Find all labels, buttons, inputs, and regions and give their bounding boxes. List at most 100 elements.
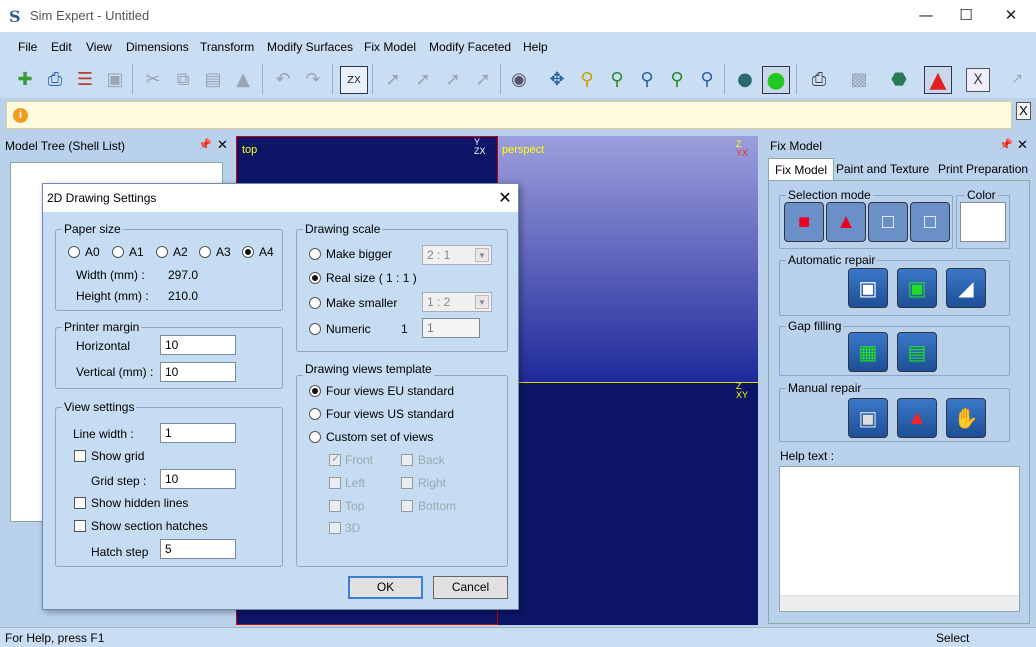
3d-checkbox[interactable] — [329, 522, 341, 534]
panel-close-icon[interactable]: ✕ — [1017, 137, 1028, 153]
zoom-fit-icon[interactable]: ⚲ — [604, 66, 630, 92]
show-grid-checkbox[interactable] — [74, 450, 86, 462]
menu-fix-model[interactable]: Fix Model — [364, 40, 416, 54]
close-view-icon[interactable]: X — [966, 68, 990, 92]
menu-modify-surfaces[interactable]: Modify Surfaces — [267, 40, 353, 54]
help-pointer-icon[interactable]: ↗ — [1004, 66, 1030, 92]
menu-dimensions[interactable]: Dimensions — [126, 40, 189, 54]
numeric-scale-input[interactable]: 1 — [422, 318, 480, 338]
model-icon[interactable]: ▩ — [846, 66, 872, 92]
paste-icon[interactable]: ▤ — [200, 66, 226, 92]
open-icon[interactable]: ☰ — [72, 66, 98, 92]
radio-real-size[interactable] — [309, 272, 321, 284]
radio-a3[interactable] — [199, 246, 211, 258]
cancel-button[interactable]: Cancel — [433, 576, 508, 599]
transform-3-icon[interactable]: ➚ — [440, 66, 466, 92]
minimize-icon[interactable]: — — [914, 6, 938, 26]
menu-modify-faceted[interactable]: Modify Faceted — [429, 40, 511, 54]
horizontal-margin-input[interactable]: 10 — [160, 335, 236, 355]
show-section-hatches-checkbox[interactable] — [74, 520, 86, 532]
top-checkbox[interactable] — [329, 500, 341, 512]
close-icon[interactable]: ✕ — [999, 6, 1023, 26]
dialog-close-icon[interactable]: ✕ — [495, 188, 515, 208]
menu-help[interactable]: Help — [523, 40, 548, 54]
maximize-icon[interactable]: ☐ — [954, 6, 978, 26]
radio-a0[interactable] — [68, 246, 80, 258]
front-checkbox[interactable] — [329, 452, 341, 466]
select-shell-button[interactable]: ■ — [784, 202, 824, 242]
color-swatch[interactable] — [960, 202, 1006, 242]
menu-edit[interactable]: Edit — [51, 40, 72, 54]
zoom-window-icon[interactable]: ⚲ — [574, 66, 600, 92]
hatch-step-input[interactable]: 5 — [160, 539, 236, 559]
select-face-button[interactable]: ▲ — [826, 202, 866, 242]
line-width-input[interactable]: 1 — [160, 423, 236, 443]
zoom-out-icon[interactable]: ⚲ — [694, 66, 720, 92]
zoom-in-icon[interactable]: ⚲ — [664, 66, 690, 92]
pan-icon[interactable]: ✥ — [544, 66, 570, 92]
radio-make-bigger[interactable] — [309, 248, 321, 260]
tab-print-preparation[interactable]: Print Preparation — [932, 158, 1034, 180]
copy-icon[interactable]: ⧉ — [170, 66, 196, 92]
redo-icon[interactable]: ↷ — [300, 66, 326, 92]
print-icon[interactable]: ⎙ — [42, 66, 68, 92]
left-checkbox[interactable] — [329, 477, 341, 489]
solid-icon[interactable]: ⬣ — [886, 66, 912, 92]
transform-1-icon[interactable]: ➚ — [380, 66, 406, 92]
panel-close-icon[interactable]: ✕ — [217, 137, 228, 153]
viewport-perspective[interactable] — [498, 136, 758, 382]
manual-repair-hand-icon[interactable]: ✋ — [946, 398, 986, 438]
info-close-icon[interactable]: X — [1016, 102, 1031, 120]
pin-icon[interactable]: 📌 — [198, 138, 212, 151]
radio-a1[interactable] — [112, 246, 124, 258]
radio-make-smaller[interactable] — [309, 297, 321, 309]
trash-icon[interactable]: ▣ — [848, 398, 888, 438]
auto-repair-red-icon[interactable]: ▣ — [848, 268, 888, 308]
show-hidden-lines-checkbox[interactable] — [74, 497, 86, 509]
help-text-area[interactable] — [779, 466, 1020, 612]
auto-repair-split-icon[interactable]: ◢ — [946, 268, 986, 308]
pin-icon[interactable]: 📌 — [999, 138, 1013, 151]
ok-button[interactable]: OK — [348, 576, 423, 599]
radio-numeric[interactable] — [309, 323, 321, 335]
select-vertex-button[interactable]: □ — [910, 202, 950, 242]
help-text-scrollbar[interactable] — [780, 595, 1019, 611]
menu-file[interactable]: File — [18, 40, 37, 54]
transform-4-icon[interactable]: ➚ — [470, 66, 496, 92]
manual-repair-triangle-icon[interactable]: ▲ — [897, 398, 937, 438]
cut-icon[interactable]: ✂ — [140, 66, 166, 92]
save-icon[interactable]: ▣ — [102, 66, 128, 92]
smaller-scale-combo[interactable]: 1 : 2 ▼ — [422, 292, 492, 312]
viewport-left[interactable] — [498, 382, 758, 625]
gap-fill-1-icon[interactable]: ▦ — [848, 332, 888, 372]
select-edge-button[interactable]: □ — [868, 202, 908, 242]
printer-icon[interactable]: ⎙ — [806, 66, 832, 92]
radio-a2[interactable] — [156, 246, 168, 258]
axes-view-icon[interactable]: ZX — [340, 66, 368, 94]
grid-step-input[interactable]: 10 — [160, 469, 236, 489]
tab-fix-model[interactable]: Fix Model — [768, 158, 835, 180]
wireframe-icon[interactable]: ● — [732, 66, 758, 92]
radio-a4[interactable] — [242, 246, 254, 258]
radio-four-views-us[interactable] — [309, 408, 321, 420]
menu-view[interactable]: View — [86, 40, 112, 54]
right-checkbox[interactable] — [401, 477, 413, 489]
bottom-checkbox[interactable] — [401, 500, 413, 512]
zoom-icon[interactable]: ⚲ — [634, 66, 660, 92]
transform-2-icon[interactable]: ➚ — [410, 66, 436, 92]
auto-repair-green-icon[interactable]: ▣ — [897, 268, 937, 308]
back-checkbox[interactable] — [401, 454, 413, 466]
gap-fill-2-icon[interactable]: ▤ — [897, 332, 937, 372]
radio-four-views-eu[interactable] — [309, 385, 321, 397]
new-file-icon[interactable]: ✚ — [12, 66, 38, 92]
bigger-scale-combo[interactable]: 2 : 1 ▼ — [422, 245, 492, 265]
tab-paint-texture[interactable]: Paint and Texture — [830, 158, 935, 180]
menu-transform[interactable]: Transform — [200, 40, 254, 54]
radio-custom-views[interactable] — [309, 431, 321, 443]
delete-icon[interactable]: ▲ — [230, 66, 256, 92]
shaded-icon[interactable]: ● — [762, 66, 790, 94]
undo-icon[interactable]: ↶ — [270, 66, 296, 92]
vertical-margin-input[interactable]: 10 — [160, 362, 236, 382]
eye-icon[interactable]: ◉ — [506, 66, 532, 92]
fix-model-toggle-icon[interactable]: ▲ — [924, 66, 952, 94]
